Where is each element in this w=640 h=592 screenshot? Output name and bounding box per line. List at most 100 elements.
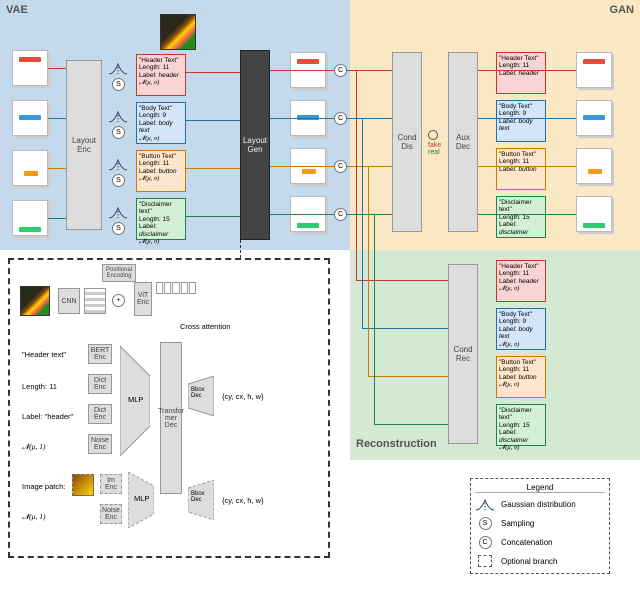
l: Length: bbox=[499, 422, 521, 429]
dict-enc-len-block: Dict Enc bbox=[88, 374, 112, 394]
feature-grid-icon bbox=[84, 288, 106, 314]
t: "Disclaimer text" bbox=[499, 199, 543, 214]
card-disclaimer-rec: "Disclaimer text" Length: 15 Label: disc… bbox=[496, 404, 546, 446]
detail-subnetwork: CNN + Positional Encoding ViT Enc Cross … bbox=[8, 258, 330, 558]
v: 9 bbox=[523, 318, 527, 325]
dist: 𝓝(μ, σ) bbox=[139, 238, 183, 245]
gen-tile-disclaimer bbox=[290, 196, 326, 232]
recon-label: Reconstruction bbox=[356, 438, 437, 586]
gauss-icon bbox=[475, 496, 495, 512]
l: Label: bbox=[499, 118, 517, 125]
cond-rec-label: Cond Rec bbox=[453, 345, 472, 363]
gan-out-tile-disclaimer bbox=[576, 196, 612, 232]
aux-dec-label: Aux Dec bbox=[456, 133, 470, 151]
v: 15 bbox=[523, 214, 530, 221]
card-text: "Disclaimer text" bbox=[139, 201, 183, 216]
lv: 11 bbox=[49, 382, 57, 391]
cls-val: header bbox=[159, 72, 179, 79]
bbox-dec-label-2: Bbox Dec bbox=[191, 491, 205, 503]
c-label: C bbox=[338, 115, 343, 122]
gan-label: GAN bbox=[610, 4, 634, 16]
gan-out-tile-header bbox=[576, 52, 612, 88]
lbl: Label: bbox=[22, 412, 42, 421]
concat-icon: C bbox=[475, 534, 495, 550]
v: disclaimer bbox=[499, 437, 528, 444]
gauss-icon-4 bbox=[108, 204, 128, 222]
l: Label: bbox=[499, 166, 517, 173]
bbox-out-1: {cy, cx, h, w} bbox=[222, 392, 264, 401]
ie-lbl: Im Enc bbox=[105, 477, 117, 491]
vit-lbl: ViT Enc bbox=[137, 292, 149, 306]
concat-circle-4: C bbox=[334, 208, 347, 221]
layout-gen-label: Layout Gen bbox=[243, 136, 267, 154]
noise-enc-block-1: Noise Enc bbox=[88, 434, 112, 454]
s-label: S bbox=[116, 225, 121, 232]
t: "Button Text" bbox=[499, 151, 543, 158]
len-val: 11 bbox=[163, 160, 170, 167]
sampling-circle-1: S bbox=[112, 78, 125, 91]
lab-lbl: Label: bbox=[139, 168, 157, 175]
bert-lbl: BERT Enc bbox=[91, 347, 110, 361]
legend-text: Optional branch bbox=[501, 557, 557, 566]
lab-lbl: Label: bbox=[139, 120, 157, 127]
concat-circle-1: C bbox=[334, 64, 347, 77]
gen-tile-button bbox=[290, 148, 326, 184]
fake-label: fake bbox=[428, 142, 441, 149]
layout-enc-block: Layout Enc bbox=[66, 60, 102, 230]
t: "Button Text" bbox=[499, 359, 543, 366]
v: 11 bbox=[523, 270, 530, 277]
input-tile-disclaimer bbox=[12, 200, 48, 236]
legend-row-concat: C Concatenation bbox=[475, 534, 605, 550]
l: Length: bbox=[499, 318, 521, 325]
layout-gen-block: Layout Gen bbox=[240, 50, 270, 240]
plus-circle: + bbox=[112, 294, 125, 307]
label-label: Label: "header" bbox=[22, 412, 73, 421]
ne-lbl: Noise Enc bbox=[91, 437, 109, 451]
im-enc-block: Im Enc bbox=[100, 474, 122, 494]
gen-tile-header bbox=[290, 52, 326, 88]
l: Length: bbox=[499, 158, 521, 165]
card-text: "Body Text" bbox=[139, 105, 183, 112]
v: button bbox=[519, 374, 537, 381]
gauss-icon-2 bbox=[108, 108, 128, 126]
c-label: C bbox=[338, 211, 343, 218]
legend-text: Gaussian distribution bbox=[501, 500, 576, 509]
layout-enc-label: Layout Enc bbox=[72, 136, 96, 154]
vae-label: VAE bbox=[6, 4, 28, 16]
len-val: 11 bbox=[163, 64, 170, 71]
legend-title: Legend bbox=[475, 483, 605, 493]
l: Length: bbox=[499, 270, 521, 277]
l: Length: bbox=[499, 366, 521, 373]
s: S bbox=[483, 520, 488, 527]
bert-enc-block: BERT Enc bbox=[88, 344, 112, 364]
aux-dec-block: Aux Dec bbox=[448, 52, 478, 232]
s-label: S bbox=[116, 129, 121, 136]
sampling-circle-3: S bbox=[112, 174, 125, 187]
card-button-gan: "Button Text" Length: 11 Label: button bbox=[496, 148, 546, 190]
c-label: C bbox=[338, 67, 343, 74]
lbv: "header" bbox=[45, 412, 74, 421]
legend-row-sampling: S Sampling bbox=[475, 515, 605, 531]
length-label: Length: 11 bbox=[22, 382, 57, 391]
v: 9 bbox=[523, 110, 527, 117]
real-fake-switch: fake real bbox=[428, 130, 441, 156]
recon-region bbox=[350, 250, 640, 460]
real-label: real bbox=[428, 149, 440, 156]
len-val: 15 bbox=[163, 216, 170, 223]
card-header-rec: "Header Text" Length: 11 Label: header 𝓝… bbox=[496, 260, 546, 302]
transformer-dec-block: Transfor mer Dec bbox=[160, 342, 182, 494]
dash-lead bbox=[240, 240, 241, 258]
d: 𝓝(μ, σ) bbox=[499, 381, 543, 388]
gen-tile-body bbox=[290, 100, 326, 136]
ll: Length: bbox=[22, 382, 47, 391]
legend: Legend Gaussian distribution S Sampling … bbox=[470, 478, 610, 574]
sampling-circle-4: S bbox=[112, 222, 125, 235]
cond-dis-label: Cond Dis bbox=[397, 133, 416, 151]
legend-row-gauss: Gaussian distribution bbox=[475, 496, 605, 512]
cnn-lbl: CNN bbox=[61, 298, 76, 305]
gauss-icon-1 bbox=[108, 60, 128, 78]
card-button-vae: "Button Text" Length: 11 Label: button 𝓝… bbox=[136, 150, 186, 192]
card-header-vae: "Header Text" Length: 11 Label: header 𝓝… bbox=[136, 54, 186, 96]
pos-enc-block: Positional Encoding bbox=[102, 264, 136, 282]
v: 11 bbox=[523, 158, 530, 165]
